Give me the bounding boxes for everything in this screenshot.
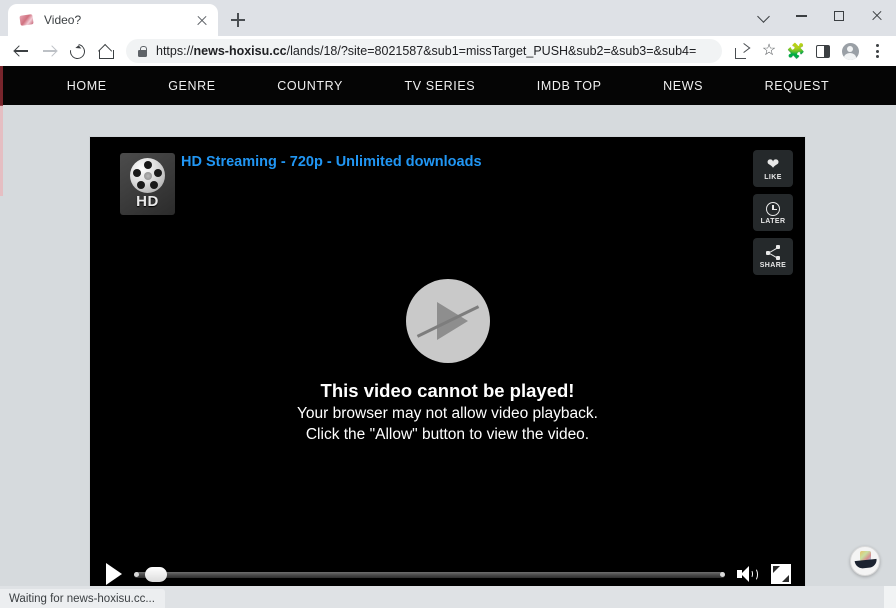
star-icon: ☆ xyxy=(761,42,777,59)
minimize-icon xyxy=(795,15,807,17)
film-reel-icon xyxy=(130,158,165,193)
progress-thumb[interactable] xyxy=(145,566,167,582)
forward-arrow-icon xyxy=(42,44,57,59)
home-icon xyxy=(98,44,114,59)
browser-window: Video? https://news-hoxisu.cc/lands/18/?… xyxy=(0,0,896,608)
nav-item-news[interactable]: NEWS xyxy=(663,79,703,93)
forward-button[interactable] xyxy=(36,38,63,65)
close-window-button[interactable] xyxy=(858,0,896,32)
play-blocked-icon[interactable] xyxy=(405,279,490,363)
status-chip: Waiting for news-hoxisu.cc... xyxy=(0,589,165,608)
new-tab-button[interactable] xyxy=(224,6,252,34)
video-player[interactable]: HD HD Streaming - 720p - Unlimited downl… xyxy=(90,137,805,586)
page-favicon xyxy=(19,12,35,28)
back-arrow-icon xyxy=(14,44,29,59)
nav-item-home[interactable]: HOME xyxy=(67,79,107,93)
play-icon[interactable] xyxy=(106,563,122,585)
bookmark-button[interactable]: ☆ xyxy=(756,38,782,64)
share-button[interactable] xyxy=(729,38,755,64)
progress-slider[interactable] xyxy=(134,566,725,582)
share-button[interactable]: SHARE xyxy=(753,238,793,275)
later-label: LATER xyxy=(760,217,786,225)
minimize-button[interactable] xyxy=(782,0,820,32)
profile-button[interactable] xyxy=(837,38,863,64)
side-panel-button[interactable] xyxy=(810,38,836,64)
close-icon xyxy=(871,10,883,22)
address-bar[interactable]: https://news-hoxisu.cc/lands/18/?site=80… xyxy=(126,39,722,63)
like-label: LIKE xyxy=(764,173,782,181)
site-navigation: HOME GENRE COUNTRY TV SERIES IMDB TOP NE… xyxy=(0,66,896,105)
progress-track xyxy=(134,571,725,578)
player-header: HD HD Streaming - 720p - Unlimited downl… xyxy=(90,137,805,275)
lock-icon xyxy=(138,45,147,57)
avatar-icon xyxy=(841,42,859,60)
player-side-actions: ❤ LIKE LATER SHARE xyxy=(753,150,793,275)
fullscreen-icon[interactable] xyxy=(771,564,791,584)
browser-toolbar: https://news-hoxisu.cc/lands/18/?site=80… xyxy=(0,36,896,66)
error-heading: This video cannot be played! xyxy=(320,380,575,401)
video-thumbnail: HD xyxy=(120,153,175,215)
browser-menu-button[interactable] xyxy=(864,38,890,64)
share-label: SHARE xyxy=(759,261,787,269)
tab-strip: Video? xyxy=(0,0,896,36)
boat-badge-icon[interactable] xyxy=(850,546,880,576)
status-bar: Waiting for news-hoxisu.cc... xyxy=(0,586,896,608)
back-button[interactable] xyxy=(8,38,35,65)
url-text: https://news-hoxisu.cc/lands/18/?site=80… xyxy=(156,44,697,58)
status-text: Waiting for news-hoxisu.cc... xyxy=(9,592,155,605)
nav-item-imdb-top[interactable]: IMDB TOP xyxy=(537,79,602,93)
volume-icon[interactable] xyxy=(737,565,759,583)
three-dot-menu-icon xyxy=(875,44,879,58)
window-controls xyxy=(744,0,896,32)
hd-badge-label: HD xyxy=(136,193,159,210)
share-icon xyxy=(734,44,750,59)
player-controls xyxy=(90,554,805,586)
scrollbar-corner xyxy=(884,586,896,608)
clock-icon xyxy=(766,201,780,217)
nav-item-tv-series[interactable]: TV SERIES xyxy=(405,79,476,93)
reload-icon xyxy=(67,40,88,62)
side-panel-icon xyxy=(816,44,830,58)
nav-item-country[interactable]: COUNTRY xyxy=(277,79,343,93)
heart-icon: ❤ xyxy=(766,156,780,173)
share-nodes-icon xyxy=(765,245,781,261)
browser-tab[interactable]: Video? xyxy=(8,4,218,36)
tab-title: Video? xyxy=(44,13,82,27)
watch-later-button[interactable]: LATER xyxy=(753,194,793,231)
home-button[interactable] xyxy=(92,38,119,65)
chevron-down-icon xyxy=(758,11,769,22)
extensions-button[interactable]: 🧩 xyxy=(783,38,809,64)
maximize-icon xyxy=(834,11,844,21)
nav-item-request[interactable]: REQUEST xyxy=(765,79,830,93)
progress-end-cap xyxy=(720,572,725,577)
maximize-button[interactable] xyxy=(820,0,858,32)
nav-item-genre[interactable]: GENRE xyxy=(168,79,215,93)
error-line-2: Click the "Allow" button to view the vid… xyxy=(305,426,590,443)
like-button[interactable]: ❤ LIKE xyxy=(753,150,793,187)
tab-search-button[interactable] xyxy=(744,0,782,32)
player-area: HD HD Streaming - 720p - Unlimited downl… xyxy=(0,105,896,586)
reload-button[interactable] xyxy=(64,38,91,65)
progress-start-cap xyxy=(134,572,139,577)
close-icon[interactable] xyxy=(194,12,210,28)
page-viewport: HOME GENRE COUNTRY TV SERIES IMDB TOP NE… xyxy=(0,66,896,586)
error-line-1: Your browser may not allow video playbac… xyxy=(297,405,598,422)
playback-error-overlay: This video cannot be played! Your browse… xyxy=(90,279,805,444)
stream-title-link[interactable]: HD Streaming - 720p - Unlimited download… xyxy=(181,154,482,170)
puzzle-icon: 🧩 xyxy=(786,42,806,60)
